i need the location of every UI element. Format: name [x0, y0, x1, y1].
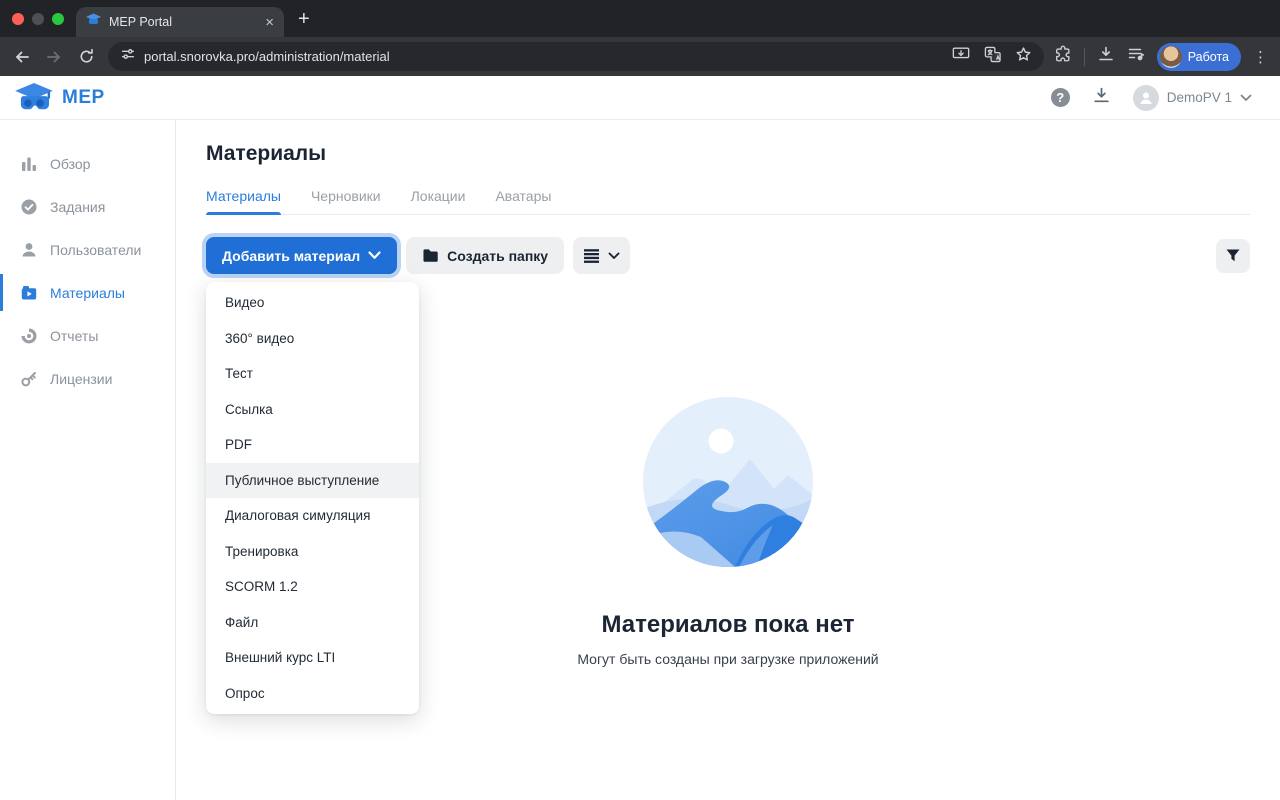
dense-list-icon	[584, 248, 600, 263]
install-app-icon[interactable]	[952, 46, 970, 67]
bookmark-star-icon[interactable]	[1015, 46, 1032, 68]
tab-locations[interactable]: Локации	[411, 188, 466, 214]
window-zoom-button[interactable]	[52, 12, 64, 25]
page-title: Материалы	[206, 142, 327, 165]
tab-title: MEP Portal	[109, 15, 172, 29]
tab-favicon-icon	[86, 13, 101, 31]
user-avatar-icon	[1132, 84, 1159, 111]
profile-avatar	[1159, 45, 1182, 68]
account-menu[interactable]: DemoPV 1	[1132, 84, 1252, 111]
window-controls	[0, 0, 76, 37]
new-tab-button[interactable]: +	[298, 9, 310, 29]
sidebar-item-users[interactable]: Пользователи	[0, 228, 175, 271]
sidebar-item-label: Лицензии	[50, 370, 113, 387]
dropdown-item-lti-course[interactable]: Внешний курс LTI	[206, 640, 419, 676]
site-settings-icon[interactable]	[120, 46, 136, 67]
mep-logo-icon	[15, 82, 53, 110]
content-tabs: Материалы Черновики Локации Аватары	[206, 188, 1250, 215]
window-close-button[interactable]	[12, 12, 24, 25]
user-name: DemoPV 1	[1166, 90, 1232, 105]
dropdown-item-survey[interactable]: Опрос	[206, 676, 419, 712]
funnel-icon	[1226, 249, 1240, 262]
sidebar-item-tasks[interactable]: Задания	[0, 185, 175, 228]
toolbar-separator	[1083, 47, 1085, 66]
add-material-label: Добавить материал	[222, 247, 361, 264]
profile-name: Работа	[1187, 49, 1229, 64]
dropdown-item-training[interactable]: Тренировка	[206, 534, 419, 570]
dropdown-item-test[interactable]: Тест	[206, 356, 419, 392]
sidebar-item-label: Материалы	[50, 284, 125, 301]
chevron-down-icon	[608, 252, 620, 259]
dropdown-item-video[interactable]: Видео	[206, 285, 419, 321]
video-library-icon	[21, 285, 37, 299]
empty-state-subtitle: Могут быть созданы при загрузке приложен…	[577, 651, 879, 667]
browser-toolbar: portal.snorovka.pro/administration/mater…	[0, 37, 1280, 76]
back-icon[interactable]	[8, 43, 36, 71]
key-icon	[21, 371, 36, 386]
create-folder-button[interactable]: Создать папку	[406, 237, 565, 274]
tab-avatars[interactable]: Аватары	[495, 188, 551, 214]
help-icon[interactable]: ?	[1050, 88, 1070, 107]
view-mode-button[interactable]	[573, 237, 631, 274]
sidebar-item-overview[interactable]: Обзор	[0, 142, 175, 185]
dropdown-item-file[interactable]: Файл	[206, 605, 419, 641]
downloads-icon[interactable]	[1097, 45, 1115, 68]
user-chevron-down-icon	[1240, 94, 1252, 101]
dropdown-item-scorm[interactable]: SCORM 1.2	[206, 569, 419, 605]
browser-profile-chip[interactable]: Работа	[1156, 42, 1241, 71]
main-content: Материалы Материалы Черновики Локации Ав…	[176, 120, 1280, 800]
empty-state-title: Материалов пока нет	[601, 611, 855, 638]
mountains-illustration	[643, 397, 813, 567]
add-material-dropdown: Видео 360° видео Тест Ссылка PDF Публичн…	[206, 282, 419, 714]
check-circle-icon	[21, 199, 37, 214]
sidebar-item-licenses[interactable]: Лицензии	[0, 357, 175, 400]
app-header: MEP ? DemoPV 1	[0, 76, 1280, 120]
sidebar-item-label: Пользователи	[50, 241, 142, 258]
dropdown-item-dialog-simulation[interactable]: Диалоговая симуляция	[206, 498, 419, 534]
sidebar-item-label: Отчеты	[50, 327, 99, 344]
sidebar-item-reports[interactable]: Отчеты	[0, 314, 175, 357]
dropdown-item-pdf[interactable]: PDF	[206, 427, 419, 463]
browser-menu-icon[interactable]: ⋮	[1253, 48, 1268, 66]
address-bar[interactable]: portal.snorovka.pro/administration/mater…	[108, 42, 1044, 71]
sidebar-item-materials[interactable]: Материалы	[0, 271, 175, 314]
bar-chart-icon	[22, 157, 36, 171]
browser-tabstrip: MEP Portal × +	[0, 0, 1280, 37]
tab-drafts[interactable]: Черновики	[311, 188, 381, 214]
sidebar-item-label: Обзор	[50, 155, 91, 172]
screen: MEP Portal × + portal.snorovka.pro/admin…	[0, 0, 1280, 800]
tab-materials[interactable]: Материалы	[206, 188, 281, 215]
app-logo-text: MEP	[62, 86, 105, 108]
url-text[interactable]: portal.snorovka.pro/administration/mater…	[144, 49, 944, 64]
reading-list-icon[interactable]	[1127, 45, 1145, 68]
browser-tab[interactable]: MEP Portal ×	[76, 7, 284, 37]
app-logo[interactable]: MEP	[14, 82, 105, 113]
create-folder-label: Создать папку	[447, 247, 549, 264]
folder-icon	[423, 249, 438, 262]
dropdown-item-link[interactable]: Ссылка	[206, 392, 419, 428]
extensions-icon[interactable]	[1054, 45, 1072, 68]
window-minimize-button[interactable]	[32, 12, 44, 25]
dropdown-item-public-speech[interactable]: Публичное выступление	[206, 462, 419, 498]
chevron-down-icon	[368, 251, 381, 259]
sidebar: Обзор Задания Пользователи Материалы Отч…	[0, 120, 176, 800]
tab-close-icon[interactable]: ×	[265, 15, 274, 30]
sidebar-item-label: Задания	[50, 198, 106, 215]
person-icon	[22, 242, 36, 256]
filter-button[interactable]	[1216, 238, 1250, 273]
header-download-icon[interactable]	[1092, 86, 1111, 110]
dropdown-item-360-video[interactable]: 360° видео	[206, 321, 419, 357]
translate-icon[interactable]	[984, 46, 1001, 68]
donut-chart-icon	[21, 328, 37, 343]
add-material-button[interactable]: Добавить материал	[206, 237, 398, 274]
content-toolbar: Добавить материал Создать папку Видео 36…	[206, 237, 1250, 714]
reload-icon[interactable]	[72, 43, 100, 71]
forward-icon[interactable]	[40, 43, 68, 71]
